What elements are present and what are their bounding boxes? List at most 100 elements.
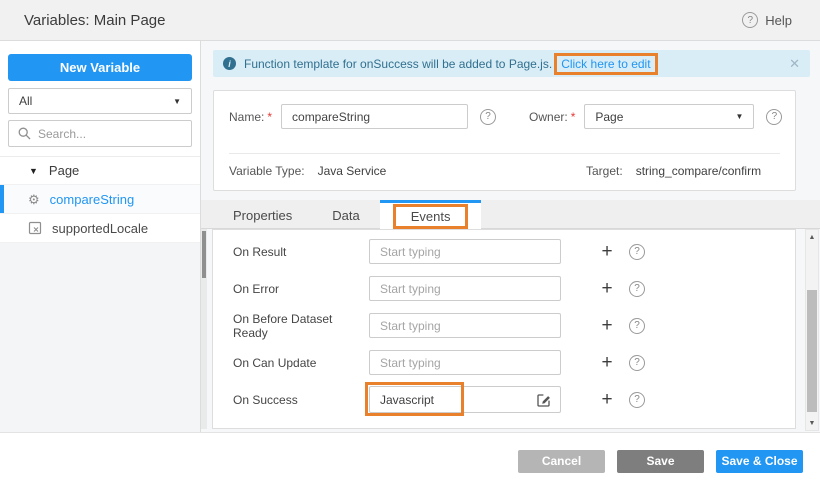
name-label: Name: * <box>229 110 272 124</box>
search-box[interactable] <box>8 120 192 147</box>
on-can-update-input[interactable] <box>369 350 561 375</box>
info-icon: i <box>223 57 236 70</box>
event-row-on-error: On Error + ? <box>213 270 795 307</box>
events-tab-highlight-box: Events <box>393 204 469 229</box>
tree-item-label: compareString <box>50 192 135 207</box>
tab-label: Events <box>411 209 451 224</box>
event-row-on-result: On Result + ? <box>213 233 795 270</box>
owner-selected-value: Page <box>595 110 623 124</box>
chevron-down-icon: ▼ <box>173 97 181 106</box>
event-help-icon[interactable]: ? <box>629 392 645 408</box>
event-row-on-success: On Success Javascript + ? <box>213 381 795 418</box>
click-here-to-edit-link[interactable]: Click here to edit <box>561 57 650 71</box>
dialog-footer: Cancel Save Save & Close <box>0 432 820 489</box>
target-label: Target: <box>586 164 623 178</box>
cancel-button[interactable]: Cancel <box>518 450 605 473</box>
scroll-up-icon[interactable]: ▲ <box>806 231 818 243</box>
variable-tree: ▼ Page ⚙ compareString supportedLocale <box>0 156 200 243</box>
target-value: string_compare/confirm <box>636 164 761 178</box>
name-label-text: Name: <box>229 110 264 124</box>
gear-icon: ⚙ <box>28 193 40 206</box>
add-icon[interactable]: + <box>596 390 618 409</box>
form-row-name-owner: Name: * ? Owner: * Page ▼ ? <box>229 103 787 130</box>
add-icon[interactable]: + <box>596 279 618 298</box>
event-label: On Success <box>233 393 369 407</box>
tab-data[interactable]: Data <box>312 200 379 228</box>
tab-events[interactable]: Events <box>380 200 482 229</box>
on-before-dataset-ready-input[interactable] <box>369 313 561 338</box>
owner-label: Owner: * <box>529 110 575 124</box>
variable-type-group: Variable Type: Java Service <box>229 164 386 178</box>
event-help-icon[interactable]: ? <box>629 244 645 260</box>
events-scrollbar[interactable]: ▲ ▼ <box>805 229 819 431</box>
tab-bar: Properties Data Events <box>201 200 820 229</box>
event-row-on-before-dataset-ready: On Before Dataset Ready + ? <box>213 307 795 344</box>
events-panel: On Result + ? On Error + ? On Before Dat… <box>212 229 796 429</box>
variable-type-value: Java Service <box>318 164 387 178</box>
caret-down-icon: ▼ <box>29 166 38 176</box>
on-success-value: Javascript <box>370 393 535 407</box>
on-error-input[interactable] <box>369 276 561 301</box>
required-marker: * <box>267 110 272 124</box>
owner-label-text: Owner: <box>529 110 568 124</box>
event-help-icon[interactable]: ? <box>629 318 645 334</box>
banner-close-icon[interactable]: ✕ <box>789 56 800 72</box>
sidebar: New Variable All ▼ ▼ Page ⚙ compareStrin… <box>0 41 201 432</box>
event-help-icon[interactable]: ? <box>629 281 645 297</box>
add-icon[interactable]: + <box>596 316 618 335</box>
edit-icon[interactable] <box>535 391 553 409</box>
event-row-on-can-update: On Can Update + ? <box>213 344 795 381</box>
sidebar-empty-area <box>0 243 200 432</box>
variables-dialog: Variables: Main Page ? Help New Variable… <box>0 0 820 489</box>
tree-group-label: Page <box>49 163 79 178</box>
chevron-down-icon: ▼ <box>735 112 743 121</box>
banner-message: Function template for onSuccess will be … <box>244 57 552 71</box>
left-scrollbar[interactable] <box>201 229 207 429</box>
add-icon[interactable]: + <box>596 242 618 261</box>
search-icon <box>18 127 31 140</box>
tab-label: Data <box>332 208 359 223</box>
tree-item-supportedlocale[interactable]: supportedLocale <box>0 214 200 243</box>
form-row-type-target: Variable Type: Java Service Target: stri… <box>229 164 787 180</box>
tab-label: Properties <box>233 208 292 223</box>
dialog-header: Variables: Main Page ? Help <box>0 0 820 41</box>
event-label: On Error <box>233 282 369 296</box>
left-scrollbar-thumb[interactable] <box>202 231 206 278</box>
on-result-input[interactable] <box>369 239 561 264</box>
new-variable-button[interactable]: New Variable <box>8 54 192 81</box>
search-input[interactable] <box>38 127 182 141</box>
form-divider <box>229 153 780 154</box>
variable-icon <box>28 221 42 235</box>
help-button[interactable]: ? Help <box>742 12 820 28</box>
help-label: Help <box>765 13 792 28</box>
event-label: On Can Update <box>233 356 369 370</box>
event-help-icon[interactable]: ? <box>629 355 645 371</box>
owner-help-icon[interactable]: ? <box>766 109 782 125</box>
tab-properties[interactable]: Properties <box>213 200 312 228</box>
page-title: Variables: Main Page <box>0 12 165 29</box>
scroll-down-icon[interactable]: ▼ <box>806 417 818 429</box>
banner-link-highlight-box: Click here to edit <box>554 53 657 75</box>
tree-item-label: supportedLocale <box>52 221 148 236</box>
save-button[interactable]: Save <box>617 450 704 473</box>
event-label: On Result <box>233 245 369 259</box>
main-panel: i Function template for onSuccess will b… <box>201 41 820 432</box>
events-scrollbar-thumb[interactable] <box>807 290 817 412</box>
filter-selected-value: All <box>19 94 32 108</box>
variable-form: Name: * ? Owner: * Page ▼ ? Variable <box>213 90 796 191</box>
owner-select[interactable]: Page ▼ <box>584 104 754 129</box>
save-and-close-button[interactable]: Save & Close <box>716 450 803 473</box>
event-label: On Before Dataset Ready <box>233 312 369 340</box>
help-question-icon: ? <box>742 12 758 28</box>
info-banner: i Function template for onSuccess will b… <box>213 50 810 77</box>
name-input[interactable] <box>281 104 468 129</box>
on-success-field[interactable]: Javascript <box>369 386 561 413</box>
target-group: Target: string_compare/confirm <box>586 164 761 178</box>
add-icon[interactable]: + <box>596 353 618 372</box>
name-help-icon[interactable]: ? <box>480 109 496 125</box>
variable-type-label: Variable Type: <box>229 164 305 178</box>
variable-filter-select[interactable]: All ▼ <box>8 88 192 114</box>
tree-group-page[interactable]: ▼ Page <box>0 157 200 185</box>
tree-item-comparestring[interactable]: ⚙ compareString <box>0 185 200 214</box>
required-marker: * <box>571 110 576 124</box>
